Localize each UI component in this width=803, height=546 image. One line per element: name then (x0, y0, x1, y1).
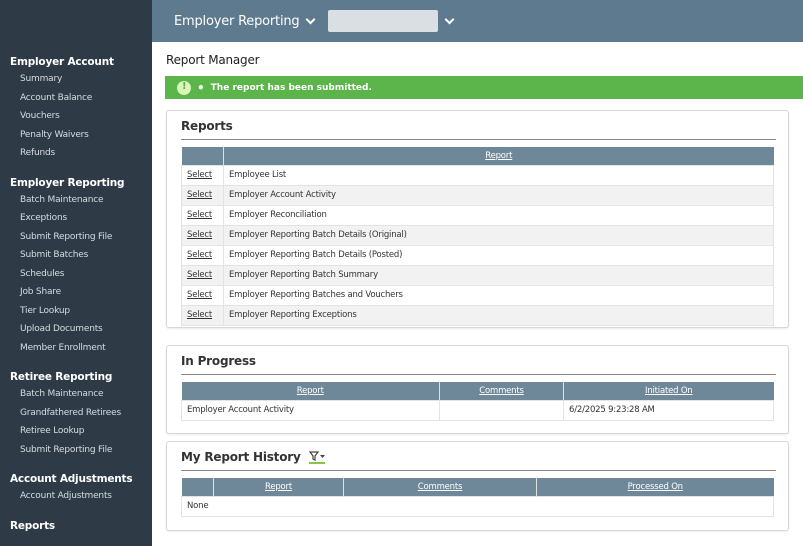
module-dropdown[interactable]: Employer Reporting (174, 13, 316, 29)
alert-bullet: • (197, 80, 205, 95)
sidebar-group-employer-account: Employer Account Summary Account Balance… (0, 54, 152, 163)
initiated-on-cell: 6/2/2025 9:23:28 AM (563, 399, 774, 421)
sidebar-item-tier-lookup[interactable]: Tier Lookup (0, 302, 152, 321)
success-alert: • The report has been submitted. (165, 76, 803, 99)
sidebar-heading[interactable]: Account Adjustments (0, 471, 152, 487)
sidebar-item-summary[interactable]: Summary (0, 70, 152, 89)
sidebar-item-penalty-waivers[interactable]: Penalty Waivers (0, 126, 152, 145)
table-row: Employer Account Activity 6/2/2025 9:23:… (181, 399, 774, 421)
report-name: Employer Account Activity (181, 399, 440, 421)
table-row: Select Employer Reporting Exceptions (181, 304, 774, 326)
sidebar-heading[interactable]: Employer Account (0, 54, 152, 70)
select-link[interactable]: Select (187, 190, 212, 200)
table-row: None (181, 495, 774, 517)
sidebar-item-batch-maintenance[interactable]: Batch Maintenance (0, 191, 152, 210)
table-row: Select Employer Reporting Batch Details … (181, 244, 774, 266)
filter-icon[interactable] (308, 450, 325, 464)
comments-cell (439, 399, 564, 421)
table-row: Select Employer Account Activity (181, 184, 774, 206)
panel-title-text: My Report History (181, 450, 301, 464)
comments-column-header[interactable]: Comments (439, 382, 564, 400)
sidebar-item-upload-documents[interactable]: Upload Documents (0, 320, 152, 339)
sidebar-item-account-balance[interactable]: Account Balance (0, 89, 152, 108)
panel-title: My Report History (181, 450, 788, 464)
alert-message: The report has been submitted. (210, 82, 372, 93)
module-label: Employer Reporting (174, 13, 300, 29)
sidebar-item-exceptions[interactable]: Exceptions (0, 209, 152, 228)
report-column-header[interactable]: Report (223, 147, 774, 165)
sidebar-item-member-enrollment[interactable]: Member Enrollment (0, 339, 152, 358)
top-bar: Employer Reporting (152, 0, 803, 42)
report-column-header[interactable]: Report (181, 382, 440, 400)
sidebar-item-job-share[interactable]: Job Share (0, 283, 152, 302)
select-link[interactable]: Select (187, 270, 212, 280)
sidebar-item-schedules[interactable]: Schedules (0, 265, 152, 284)
panel-title: In Progress (181, 354, 256, 368)
report-name: Employer Reporting Exceptions (223, 304, 774, 326)
report-history-panel: My Report History Report Comments Proces… (166, 441, 789, 531)
sidebar-item-account-adjustments[interactable]: Account Adjustments (0, 487, 152, 506)
table-row: Select Employer Reporting Batches and Vo… (181, 284, 774, 306)
info-icon (177, 80, 191, 95)
sidebar-group-account-adjustments: Account Adjustments Account Adjustments (0, 471, 152, 506)
sidebar-item-refunds[interactable]: Refunds (0, 144, 152, 163)
divider (181, 139, 776, 140)
report-name: Employer Reporting Batch Summary (223, 264, 774, 286)
sidebar-heading[interactable]: Employer Reporting (0, 175, 152, 191)
empty-row-text: None (181, 495, 774, 517)
select-link[interactable]: Select (187, 210, 212, 220)
main-content: Report Manager • The report has been sub… (152, 42, 803, 546)
reports-table: Report Select Employee List Select Emplo… (181, 147, 774, 326)
divider (181, 470, 776, 471)
initiated-on-column-header[interactable]: Initiated On (563, 382, 774, 400)
select-link[interactable]: Select (187, 250, 212, 260)
sidebar-item-grandfathered-retirees[interactable]: Grandfathered Retirees (0, 404, 152, 423)
panel-title: Reports (181, 119, 233, 133)
select-link[interactable]: Select (187, 290, 212, 300)
divider (181, 374, 776, 375)
reports-panel: Reports Report Select Employee List Sele… (166, 110, 789, 328)
sidebar-group-reports: Reports (0, 518, 152, 534)
report-name: Employee List (223, 164, 774, 186)
table-row: Select Employer Reconciliation (181, 204, 774, 226)
table-row: Select Employer Reporting Batch Details … (181, 224, 774, 246)
chevron-down-icon (306, 14, 316, 24)
report-name: Employer Reporting Batch Details (Posted… (223, 244, 774, 266)
chevron-down-icon[interactable] (445, 14, 455, 24)
employer-select[interactable] (328, 10, 439, 32)
select-column-header (181, 147, 224, 165)
report-history-table: Report Comments Processed On None (181, 478, 774, 517)
report-name: Employer Reporting Batches and Vouchers (223, 284, 774, 306)
expand-column-header (181, 478, 214, 496)
in-progress-panel: In Progress Report Comments Initiated On… (166, 345, 789, 434)
report-name: Employer Account Activity (223, 184, 774, 206)
processed-on-column-header[interactable]: Processed On (536, 478, 774, 496)
comments-column-header[interactable]: Comments (343, 478, 537, 496)
sidebar-item-submit-batches[interactable]: Submit Batches (0, 246, 152, 265)
page-title: Report Manager (166, 53, 260, 67)
sidebar-item-vouchers[interactable]: Vouchers (0, 107, 152, 126)
sidebar-group-retiree-reporting: Retiree Reporting Batch Maintenance Gran… (0, 369, 152, 459)
select-link[interactable]: Select (187, 230, 212, 240)
report-name: Employer Reporting Batch Details (Origin… (223, 224, 774, 246)
sidebar-item-retiree-batch-maintenance[interactable]: Batch Maintenance (0, 385, 152, 404)
sidebar-item-retiree-lookup[interactable]: Retiree Lookup (0, 422, 152, 441)
select-link[interactable]: Select (187, 170, 212, 180)
sidebar: Employer Account Summary Account Balance… (0, 0, 152, 546)
table-row: Select Employee List (181, 164, 774, 186)
sidebar-heading[interactable]: Retiree Reporting (0, 369, 152, 385)
in-progress-table: Report Comments Initiated On Employer Ac… (181, 382, 774, 421)
logo-area (0, 0, 152, 42)
sidebar-heading[interactable]: Reports (0, 518, 152, 534)
report-name: Employer Reconciliation (223, 204, 774, 226)
sidebar-item-submit-reporting-file[interactable]: Submit Reporting File (0, 228, 152, 247)
select-link[interactable]: Select (187, 310, 212, 320)
report-column-header[interactable]: Report (213, 478, 344, 496)
table-row: Select Employer Reporting Batch Summary (181, 264, 774, 286)
sidebar-group-employer-reporting: Employer Reporting Batch Maintenance Exc… (0, 175, 152, 358)
sidebar-item-retiree-submit-reporting-file[interactable]: Submit Reporting File (0, 441, 152, 460)
